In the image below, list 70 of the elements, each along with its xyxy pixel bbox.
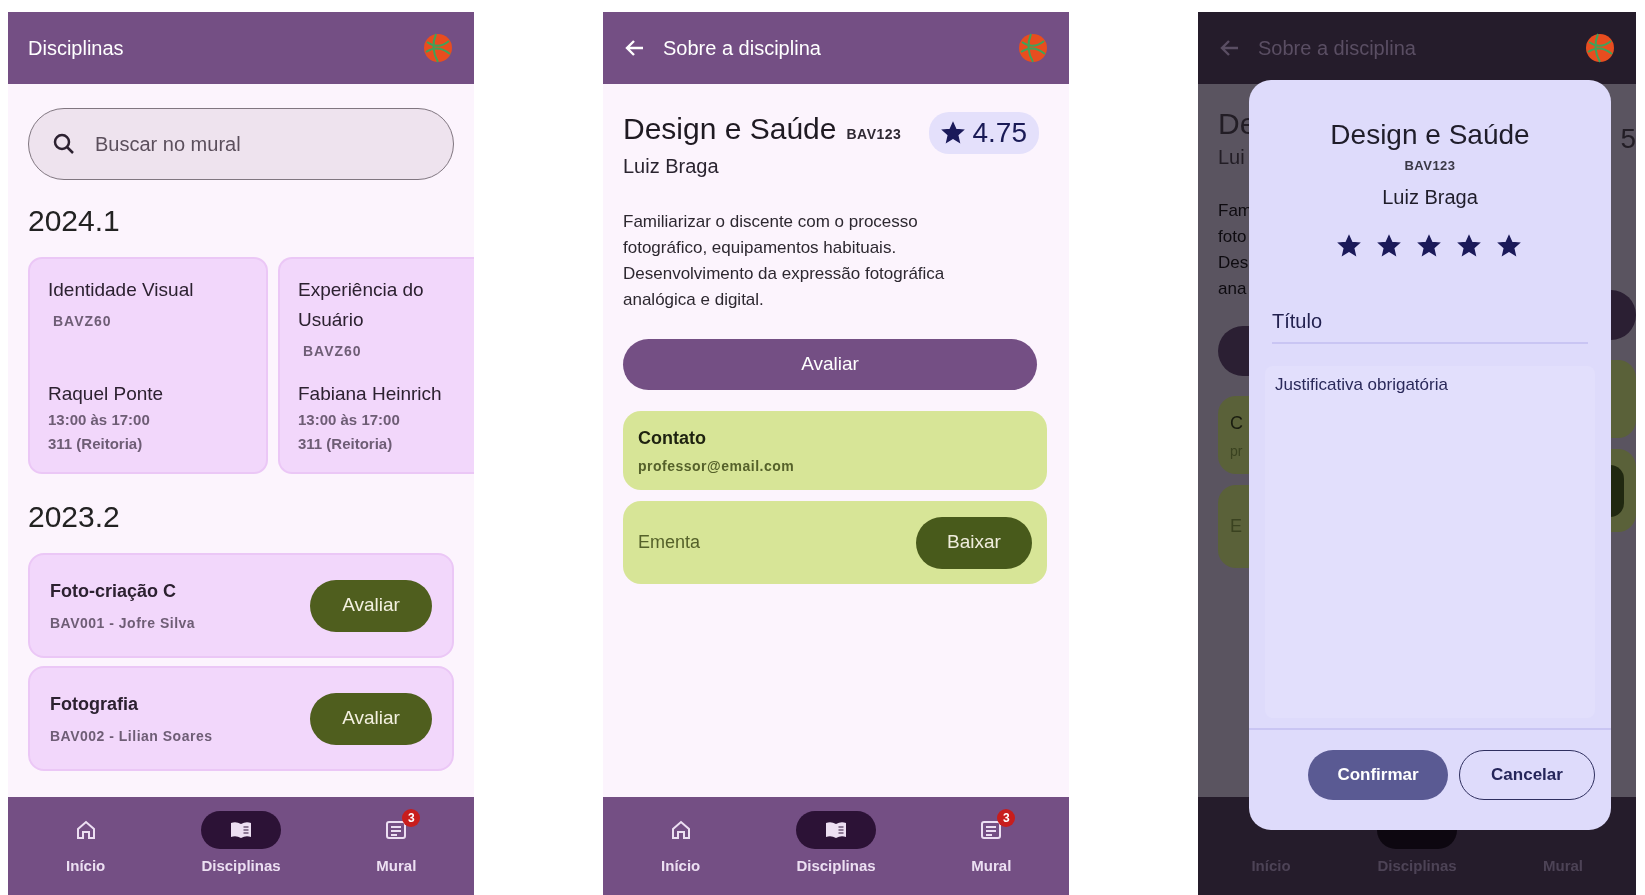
ball-logo-icon — [1584, 32, 1616, 64]
confirm-button[interactable]: Confirmar — [1308, 750, 1448, 800]
class-room: 311 (Reitoria) — [298, 434, 394, 454]
course-title: Design e Saúde — [623, 111, 837, 147]
rating-value: 5 — [1620, 122, 1636, 156]
course-card[interactable]: Identidade Visual BAVZ60 Raquel Ponte 13:00 às 17:00 311 (Reitoria) — [28, 257, 268, 474]
button-background — [1218, 326, 1249, 376]
professor-name: Luiz Braga — [1382, 184, 1478, 210]
nav-tab[interactable]: 3 Mural — [318, 811, 474, 895]
rate-button[interactable]: Avaliar — [623, 339, 1037, 390]
nav-label: Início — [66, 856, 106, 876]
course-code: BAVZ60 — [53, 312, 113, 331]
description-text: ana — [1218, 278, 1248, 300]
app-bar-title: Disciplinas — [28, 36, 124, 61]
app-bar-title: Sobre a disciplina — [1258, 36, 1416, 61]
rate-button[interactable]: Avaliar — [310, 692, 432, 745]
description-text: Des — [1218, 252, 1249, 274]
course-details: BAV002 - Lilian Soares — [50, 726, 213, 746]
contact-label: Contato — [638, 426, 707, 450]
nav-label: Mural — [971, 856, 1012, 876]
title-input[interactable]: Título — [1272, 299, 1588, 344]
course-code: BAV123 — [1404, 157, 1456, 175]
app-bar-title: Sobre a disciplina — [663, 36, 821, 61]
course-card[interactable]: Experiência do Usuário BAVZ60 Fabiana Heinrich 13:00 às 17:00 311 (Reitoria) — [278, 257, 474, 474]
nav-tab[interactable]: Disciplinas — [758, 811, 914, 895]
download-button[interactable]: Baixar — [916, 516, 1032, 569]
nav-tab[interactable]: 3 Mural — [913, 811, 1069, 895]
course-details: BAV001 - Jofre Silva — [50, 613, 196, 633]
syllabus-label: Ementa — [638, 531, 701, 554]
ball-logo-icon — [1017, 32, 1049, 64]
course-name: Experiência do Usuário — [298, 278, 425, 332]
nav-label: Disciplinas — [201, 856, 281, 876]
nav-label: Início — [661, 856, 701, 876]
professor-name: Fabiana Heinrich — [298, 381, 443, 406]
star-icon — [940, 121, 965, 145]
professor-name: Luiz Braga — [623, 154, 720, 179]
course-code: BAV123 — [846, 125, 902, 144]
dialog-title: Design e Saúde — [1330, 118, 1530, 152]
rating-value: 4.75 — [972, 116, 1027, 150]
description-text: foto — [1218, 226, 1248, 248]
document-icon — [384, 818, 409, 842]
nav-label: Disciplinas — [796, 856, 876, 876]
ball-logo-icon — [422, 32, 454, 64]
search-icon — [52, 132, 76, 156]
button-background — [1610, 290, 1636, 340]
course-name: Fotografia — [50, 692, 139, 716]
nav-tab[interactable]: Disciplinas — [163, 811, 319, 895]
professor-name: Lui — [1218, 145, 1246, 170]
search-field[interactable]: Buscar no mural — [28, 108, 454, 180]
class-room: 311 (Reitoria) — [48, 434, 144, 454]
course-description: Familiarizar o discente com o processo fotográfico, equipamentos habituais. Desenvolvimento da expressão fotográfica analógica e digital. — [623, 211, 946, 311]
contact-email: professor@email.com — [638, 456, 795, 476]
nav-label: Mural — [376, 856, 417, 876]
notification-count: 3 — [997, 809, 1016, 827]
nav-tab[interactable]: Início — [8, 811, 164, 895]
course-name: Foto-criação C — [50, 579, 178, 603]
notification-count: 3 — [402, 809, 421, 827]
term-heading: 2023.2 — [28, 499, 121, 535]
course-name: Identidade Visual — [48, 278, 195, 302]
course-code: BAVZ60 — [303, 342, 363, 361]
class-time: 13:00 às 17:00 — [48, 410, 151, 430]
cancel-button[interactable]: Cancelar — [1459, 750, 1595, 800]
document-icon — [979, 818, 1004, 842]
professor-name: Raquel Ponte — [48, 381, 165, 406]
term-heading: 2024.1 — [28, 203, 121, 239]
contact-label: C — [1230, 412, 1244, 435]
justification-input[interactable]: Justificativa obrigatória — [1265, 365, 1595, 718]
nav-tab[interactable]: Início — [603, 811, 759, 895]
class-time: 13:00 às 17:00 — [298, 410, 401, 430]
rate-button[interactable]: Avaliar — [310, 579, 432, 632]
